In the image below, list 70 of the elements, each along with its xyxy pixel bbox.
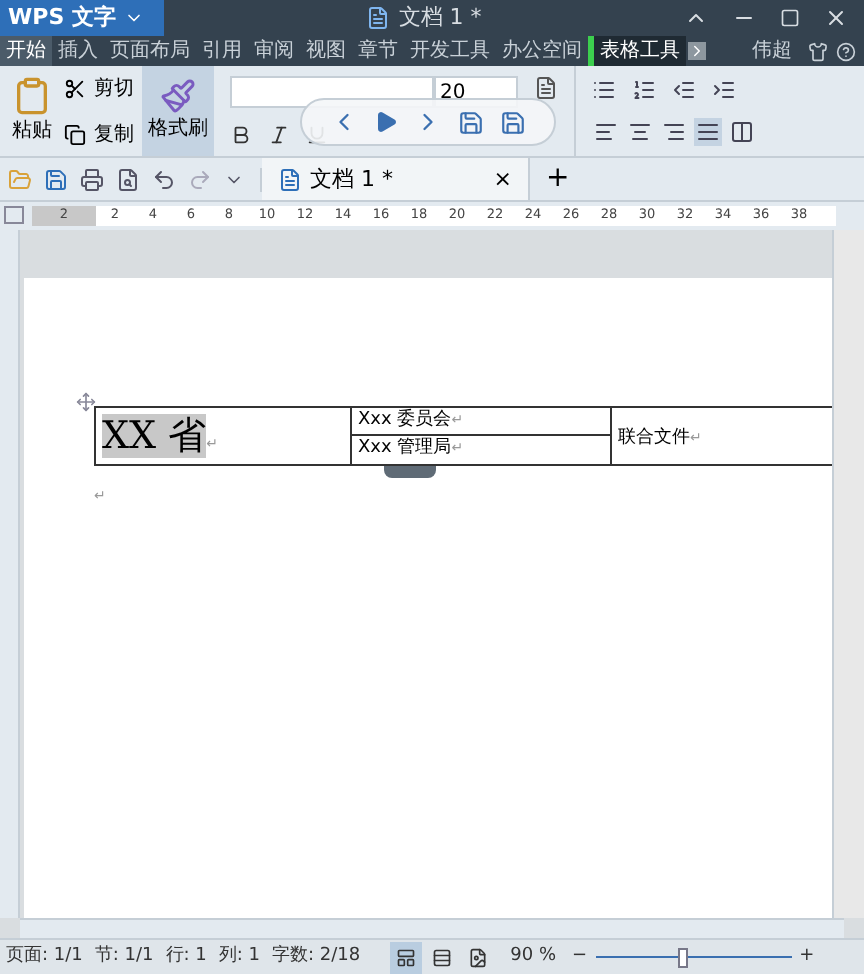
zoom-out-button[interactable]: − — [572, 943, 588, 971]
numbered-list-icon[interactable] — [632, 77, 656, 102]
align-button[interactable] — [694, 117, 722, 146]
status-item: 页面: 1/1 — [4, 943, 85, 970]
close-icon[interactable] — [824, 5, 848, 30]
more-tabs-icon[interactable] — [688, 42, 706, 61]
app-menu-button[interactable]: WPS 文字 — [0, 0, 164, 36]
document-icon — [278, 167, 302, 192]
align-icon — [662, 119, 686, 144]
paste-button[interactable]: 粘贴 — [0, 66, 64, 157]
user-menu[interactable]: 伟超 — [744, 36, 800, 67]
indent-icon[interactable] — [712, 77, 736, 102]
window-title: 文档 1 * — [398, 1, 482, 34]
vertical-scrollbar[interactable] — [832, 229, 864, 918]
menu-tab[interactable]: 章节 — [352, 35, 404, 67]
preview-icon[interactable] — [116, 167, 140, 192]
menu-tab[interactable]: 审阅 — [248, 35, 300, 67]
new-tab-button[interactable]: + — [530, 158, 586, 201]
view-button[interactable] — [390, 941, 423, 974]
paintbrush-icon — [160, 78, 196, 115]
view-icon — [432, 947, 453, 968]
outdent-icon[interactable] — [672, 77, 696, 102]
tab-close-button[interactable]: × — [493, 163, 512, 197]
zoom-level: 90 % — [510, 943, 557, 970]
menu-tab[interactable]: 开发工具 — [404, 35, 496, 67]
table-move-handle-icon[interactable] — [76, 391, 96, 412]
menu-tab[interactable]: 表格工具 — [588, 35, 686, 67]
help-icon[interactable] — [836, 41, 856, 62]
menu-tab[interactable]: 办公空间 — [496, 35, 588, 67]
align-icon — [628, 119, 652, 144]
status-item: 行: 1 — [163, 943, 209, 970]
align-icon — [594, 119, 618, 144]
clipboard-icon — [12, 76, 52, 117]
play-icon[interactable] — [374, 110, 398, 135]
document-tab[interactable]: 文档 1 * × — [262, 158, 530, 201]
slider-thumb[interactable] — [678, 947, 689, 968]
status-item: 列: 1 — [216, 943, 263, 970]
cut-button[interactable]: 剪切 — [64, 73, 134, 104]
menu-tab[interactable]: 引用 — [196, 35, 248, 67]
zoom-slider[interactable] — [595, 947, 792, 968]
save-as-icon[interactable] — [500, 109, 526, 136]
copy-icon — [64, 123, 86, 146]
table-cell: XX 省 — [102, 413, 207, 458]
undo-icon[interactable] — [152, 167, 176, 192]
document-icon — [366, 5, 391, 30]
menu-tab[interactable]: 插入 — [52, 35, 104, 67]
view-icon — [468, 947, 489, 968]
status-item: 节: 1/1 — [92, 943, 156, 970]
menu-tab[interactable]: 视图 — [300, 35, 352, 67]
tab-stop-icon[interactable] — [4, 206, 24, 225]
save-icon[interactable] — [458, 109, 484, 136]
bold-icon[interactable] — [230, 124, 252, 147]
align-icon — [730, 119, 754, 144]
format-painter-button[interactable]: 格式刷 — [142, 66, 214, 157]
maximize-icon[interactable] — [780, 7, 800, 28]
app-name: WPS 文字 — [8, 1, 116, 34]
horizontal-scrollbar[interactable] — [20, 917, 844, 939]
menu-tab[interactable]: 页面布局 — [104, 35, 196, 67]
scissors-icon — [64, 77, 86, 100]
status-item: 字数: 2/18 — [270, 943, 363, 970]
table-cell: 联合文件 — [618, 427, 690, 448]
menu-tab[interactable]: 开始 — [0, 35, 52, 67]
italic-icon[interactable] — [268, 124, 290, 147]
view-icon — [396, 947, 417, 968]
copy-button[interactable]: 复制 — [64, 119, 134, 150]
align-icon — [696, 119, 720, 144]
align-button[interactable] — [728, 117, 756, 146]
save-icon[interactable] — [44, 167, 68, 192]
print-icon[interactable] — [80, 167, 104, 192]
zoom-in-button[interactable]: + — [799, 943, 815, 971]
